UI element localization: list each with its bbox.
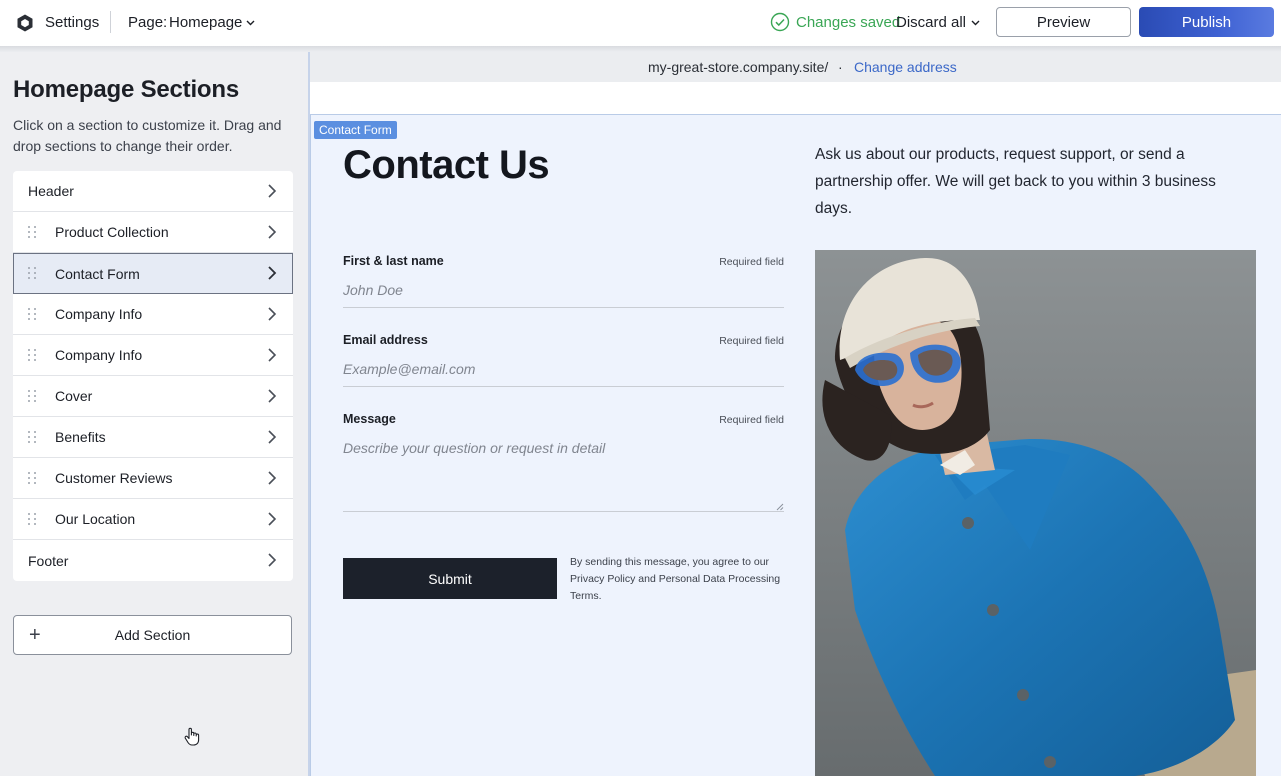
section-item-header[interactable]: Header — [13, 171, 293, 212]
section-item-customer-reviews[interactable]: Customer Reviews — [13, 458, 293, 499]
chevron-down-icon — [971, 20, 980, 25]
address-separator: · — [838, 59, 843, 75]
drag-handle-icon[interactable] — [28, 267, 38, 280]
drag-handle-icon[interactable] — [28, 226, 38, 239]
name-field-label: First & last name — [343, 254, 444, 268]
submit-button[interactable]: Submit — [343, 558, 557, 599]
section-item-label: Our Location — [55, 511, 136, 527]
chevron-right-icon — [268, 225, 277, 239]
model-photo-illustration — [815, 250, 1256, 776]
add-section-label: Add Section — [114, 627, 191, 643]
chevron-right-icon — [268, 471, 277, 485]
contact-title: Contact Us — [343, 143, 550, 187]
add-section-button[interactable]: + Add Section — [13, 615, 292, 655]
email-field[interactable]: Example@email.com — [343, 361, 475, 377]
contact-description: Ask us about our products, request suppo… — [815, 146, 1216, 217]
section-item-product-collection[interactable]: Product Collection — [13, 212, 293, 253]
message-field-label: Message — [343, 412, 396, 426]
hand-cursor-icon — [184, 727, 200, 746]
email-field-label: Email address — [343, 333, 428, 347]
section-item-company-info-2[interactable]: Company Info — [13, 335, 293, 376]
legal-notice: By sending this message, you agree to ou… — [570, 556, 781, 602]
section-item-benefits[interactable]: Benefits — [13, 417, 293, 458]
section-item-label: Company Info — [55, 306, 143, 322]
required-indicator: Required field — [719, 414, 784, 426]
chevron-right-icon — [268, 266, 277, 280]
preview-button[interactable]: Preview — [996, 7, 1131, 37]
section-item-cover[interactable]: Cover — [13, 376, 293, 417]
name-field[interactable]: John Doe — [343, 282, 403, 298]
section-item-our-location[interactable]: Our Location — [13, 499, 293, 540]
section-item-footer[interactable]: Footer — [13, 540, 293, 581]
chevron-right-icon — [268, 389, 277, 403]
section-tag: Contact Form — [314, 121, 397, 139]
field-underline — [343, 307, 784, 308]
settings-link[interactable]: Settings — [45, 14, 99, 31]
field-underline — [343, 386, 784, 387]
field-underline — [343, 511, 784, 512]
chevron-right-icon — [268, 512, 277, 526]
page-label: Page: — [128, 14, 168, 31]
sidebar-description: Click on a section to customize it. Drag… — [13, 117, 282, 154]
section-item-label: Footer — [28, 552, 69, 569]
drag-handle-icon[interactable] — [28, 472, 38, 485]
section-item-label: Company Info — [55, 347, 143, 363]
page-selector[interactable]: Homepage — [169, 14, 255, 31]
chevron-right-icon — [268, 430, 277, 444]
save-status-label: Changes saved — [796, 13, 901, 31]
chevron-right-icon — [268, 307, 277, 321]
chevron-right-icon — [268, 553, 277, 567]
drag-handle-icon[interactable] — [28, 431, 38, 444]
discard-all-dropdown[interactable]: Discard all — [896, 14, 980, 31]
publish-button[interactable]: Publish — [1139, 7, 1274, 37]
message-field[interactable]: Describe your question or request in det… — [343, 440, 605, 456]
section-item-label: Header — [28, 183, 74, 199]
chevron-down-icon — [246, 20, 255, 25]
section-item-label: Customer Reviews — [55, 470, 173, 486]
plus-icon: + — [29, 624, 41, 646]
preview-top-strip — [310, 82, 1281, 114]
sidebar-title: Homepage Sections — [13, 76, 239, 103]
chevron-right-icon — [268, 348, 277, 362]
drag-handle-icon[interactable] — [28, 349, 38, 362]
check-circle-icon — [770, 12, 790, 32]
drag-handle-icon[interactable] — [28, 308, 38, 321]
contact-photo — [815, 250, 1256, 776]
divider — [110, 11, 111, 33]
drag-handle-icon[interactable] — [28, 390, 38, 403]
page-selector-value: Homepage — [169, 14, 243, 31]
discard-all-label: Discard all — [896, 14, 967, 31]
section-item-label: Benefits — [55, 429, 106, 445]
required-indicator: Required field — [719, 256, 784, 268]
chevron-right-icon — [268, 184, 277, 198]
change-address-link[interactable]: Change address — [854, 59, 957, 75]
save-status: Changes saved — [770, 12, 900, 32]
section-item-label: Cover — [55, 388, 93, 404]
section-item-contact-form[interactable]: Contact Form — [13, 253, 293, 294]
store-address: my-great-store.company.site/ — [648, 59, 829, 75]
section-item-label: Contact Form — [55, 265, 140, 282]
resize-handle-icon[interactable] — [776, 503, 784, 511]
top-bar: Settings Page: Homepage Changes saved Di… — [0, 0, 1281, 46]
section-item-label: Product Collection — [55, 224, 169, 240]
drag-handle-icon[interactable] — [28, 513, 38, 526]
section-list: Header Product Collection Contact Form C… — [13, 171, 293, 581]
section-item-company-info[interactable]: Company Info — [13, 294, 293, 335]
logo-icon[interactable] — [15, 13, 35, 33]
required-indicator: Required field — [719, 335, 784, 347]
sidebar: Homepage Sections Click on a section to … — [0, 52, 308, 776]
